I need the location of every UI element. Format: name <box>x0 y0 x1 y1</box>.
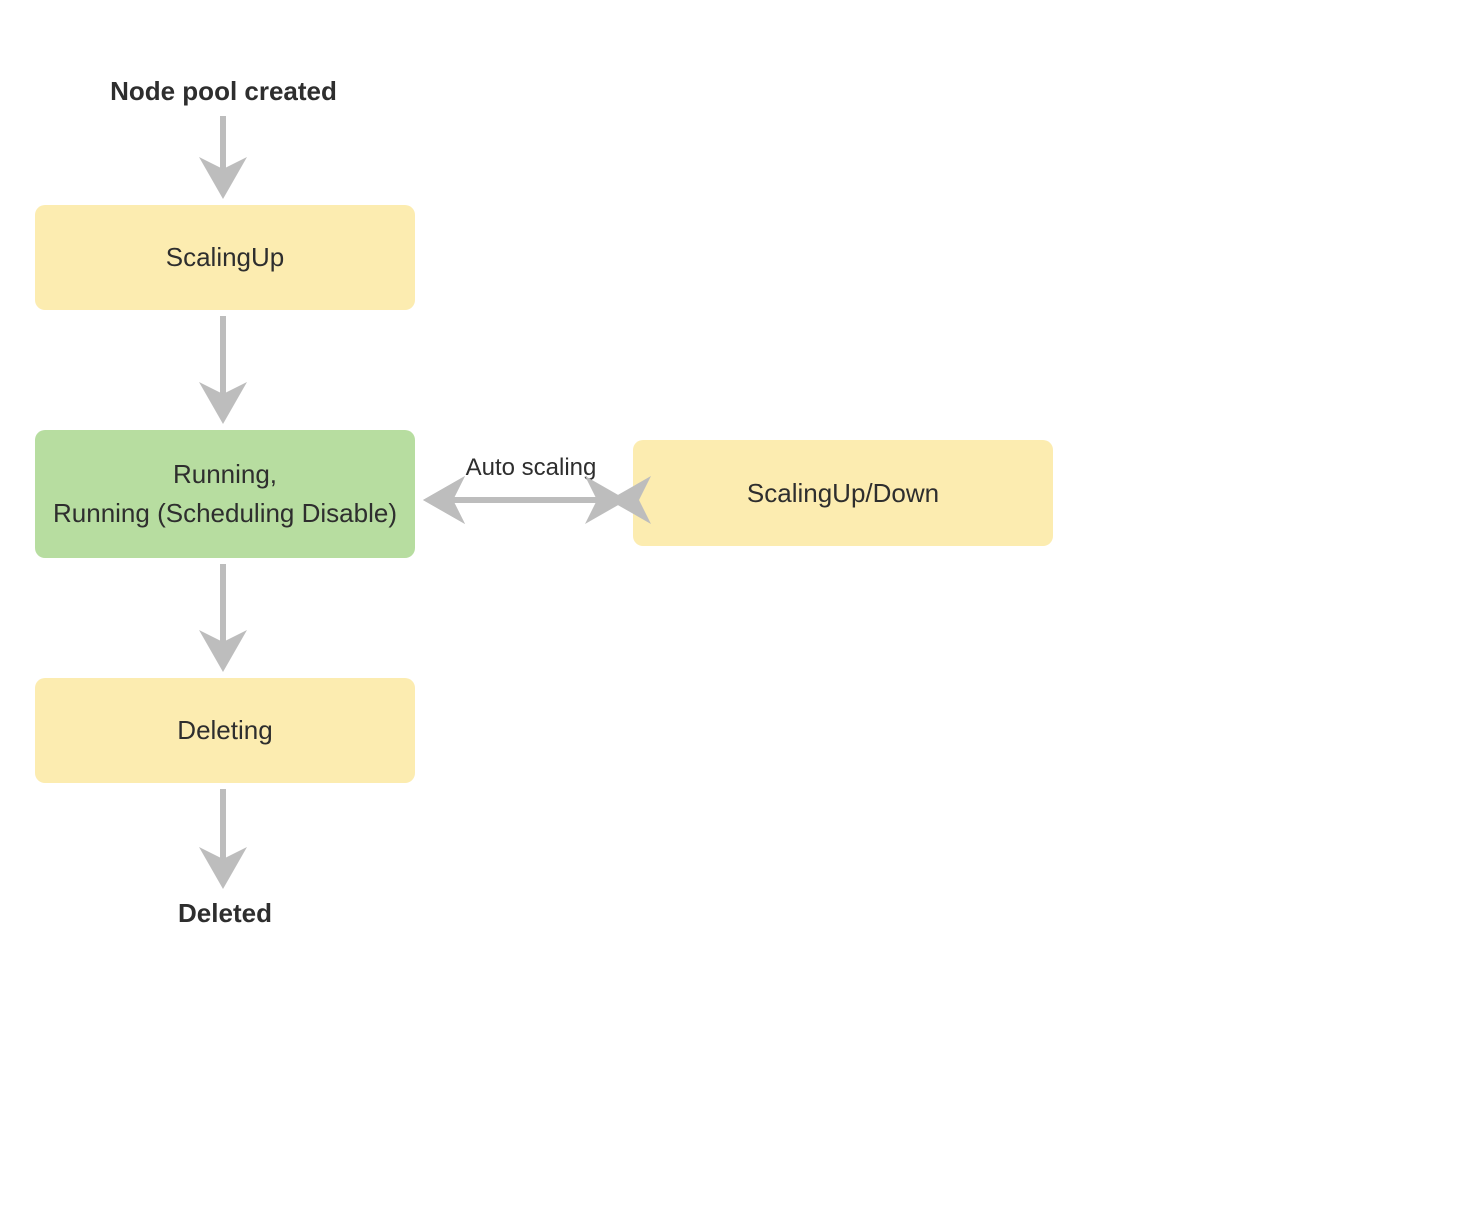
state-deleting-text: Deleting <box>177 711 272 750</box>
state-running-text-1: Running, <box>173 455 277 494</box>
state-scaling-updown-text: ScalingUp/Down <box>747 474 939 513</box>
state-scaling-updown: ScalingUp/Down <box>633 440 1053 546</box>
state-running-text-2: Running (Scheduling Disable) <box>53 494 397 533</box>
end-label: Deleted <box>170 898 280 929</box>
state-scalingup-text: ScalingUp <box>166 238 285 277</box>
state-running: Running, Running (Scheduling Disable) <box>35 430 415 558</box>
state-deleting: Deleting <box>35 678 415 783</box>
start-label: Node pool created <box>96 76 351 107</box>
state-scalingup: ScalingUp <box>35 205 415 310</box>
edge-auto-scaling-label: Auto scaling <box>461 454 601 482</box>
flow-arrows <box>0 0 1458 1210</box>
